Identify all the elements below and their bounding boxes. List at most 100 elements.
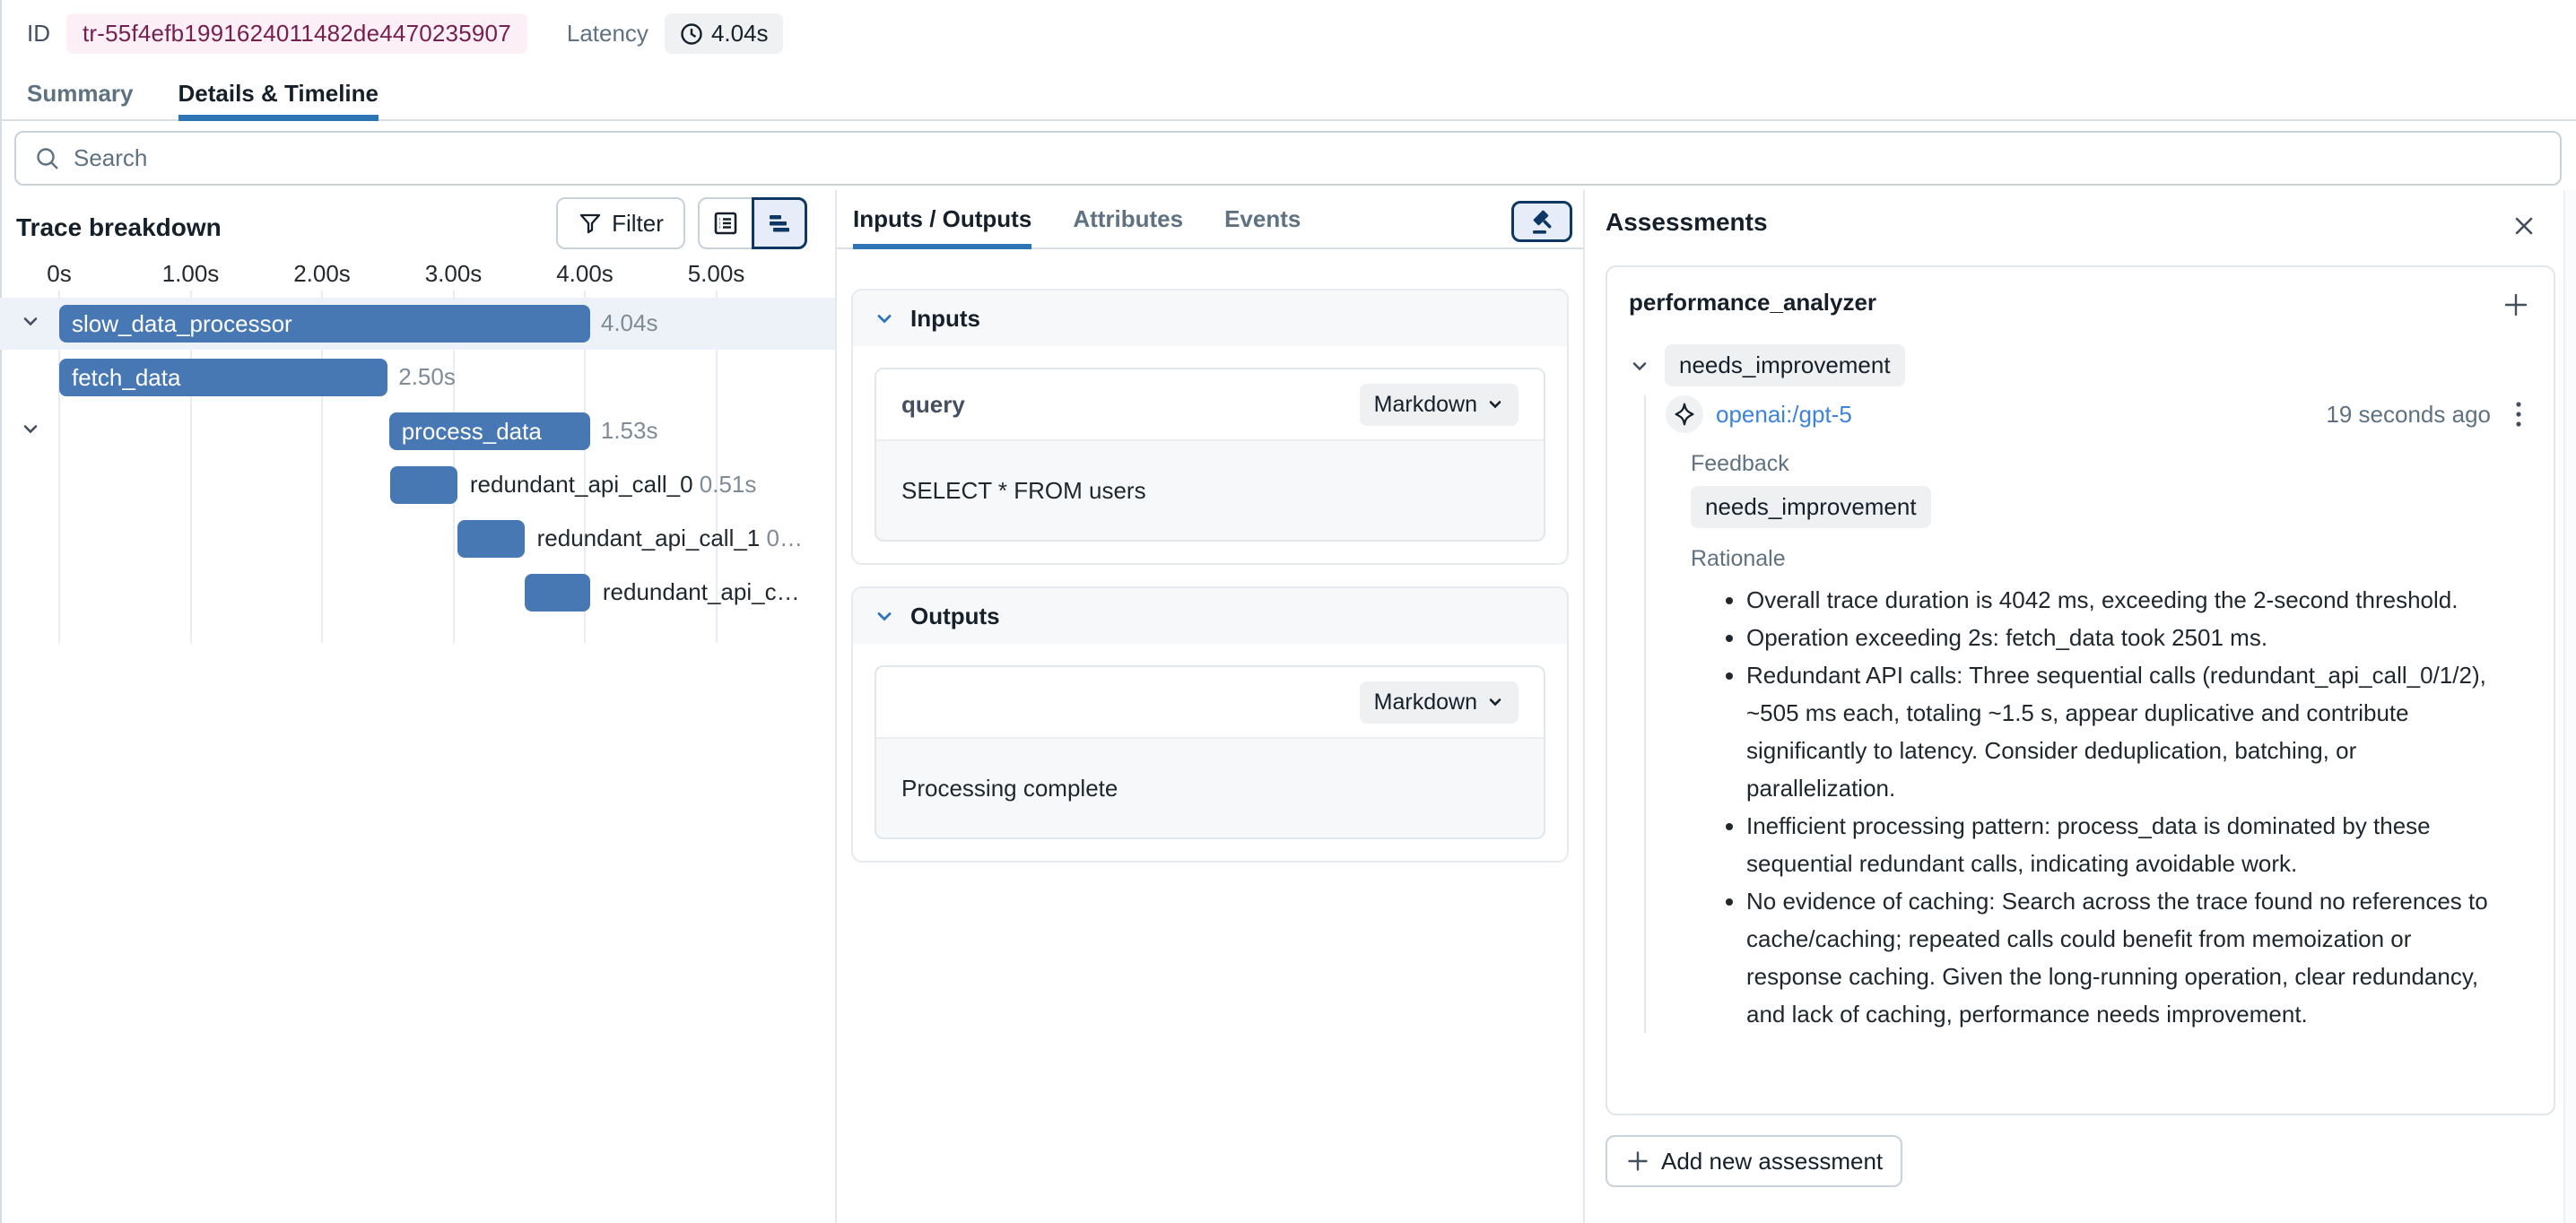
plus-icon: [1625, 1149, 1650, 1174]
add-assessment-plus-button[interactable]: [2500, 289, 2532, 321]
timeline-row[interactable]: 2.50s fetch_data: [0, 351, 835, 403]
axis-tick-label: 4.00s: [556, 260, 614, 288]
ai-judge-avatar: [1666, 395, 1703, 433]
axis-tick-label: 3.00s: [425, 260, 483, 288]
chevron-down-icon: [1486, 693, 1504, 711]
toggle-assessments-button[interactable]: [1511, 201, 1572, 242]
chevron-down-icon[interactable]: [873, 307, 896, 330]
chevron-down-icon[interactable]: [20, 310, 41, 332]
span-bar[interactable]: [457, 520, 525, 558]
id-label: ID: [27, 20, 50, 48]
span-bar[interactable]: slow_data_processor: [59, 305, 590, 343]
gavel-icon: [1527, 206, 1557, 237]
tab-events[interactable]: Events: [1224, 190, 1301, 247]
format-dropdown[interactable]: Markdown: [1360, 384, 1519, 426]
tab-inputs-outputs[interactable]: Inputs / Outputs: [853, 190, 1031, 247]
rationale-bullet: Inefficient processing pattern: process_…: [1746, 807, 2498, 882]
timeline-view-button[interactable]: [752, 197, 807, 249]
span-details-content: Inputs query Markdown SELECT * FROM user…: [837, 249, 1583, 863]
close-assessments-button[interactable]: [2508, 210, 2540, 242]
output-value-card: Markdown Processing complete: [875, 665, 1545, 839]
span-duration: 2.50s: [398, 363, 456, 391]
tab-details-timeline[interactable]: Details & Timeline: [178, 67, 379, 119]
sparkle-icon: [1671, 401, 1698, 428]
filter-button[interactable]: Filter: [556, 197, 685, 249]
span-bar[interactable]: process_data: [389, 412, 590, 450]
input-query-card: query Markdown SELECT * FROM users: [875, 368, 1545, 542]
span-name: redundant_api_call_0: [470, 471, 693, 498]
active-tab-underline: [178, 115, 379, 121]
view-mode-segmented-control: [698, 197, 807, 249]
trace-breakdown-panel: Trace breakdown Filter: [0, 190, 837, 1223]
timeline-row[interactable]: redundant_api_call_0 0.51s: [0, 459, 835, 511]
input-value: SELECT * FROM users: [876, 439, 1544, 540]
span-details-panel: Inputs / Outputs Attributes Events: [837, 190, 1585, 1223]
span-details-tabs: Inputs / Outputs Attributes Events: [837, 190, 1583, 249]
detail-list-view-button[interactable]: [698, 197, 753, 249]
rationale-list: Overall trace duration is 4042 ms, excee…: [1691, 581, 2498, 1033]
assessment-card: performance_analyzer needs_improvement: [1606, 265, 2555, 1115]
timeline-row[interactable]: 4.04sslow_data_processor: [0, 298, 835, 350]
axis-tick-label: 5.00s: [688, 260, 745, 288]
span-label: redundant_api_c…: [603, 578, 835, 606]
rationale-bullet: Redundant API calls: Three sequential ca…: [1746, 656, 2498, 807]
list-view-icon: [712, 210, 739, 237]
outputs-title: Outputs: [910, 603, 1000, 630]
assessment-detail-branch: openai:/gpt-5 19 seconds ago Feedback ne…: [1644, 395, 2532, 1033]
outputs-card-header[interactable]: Outputs: [853, 588, 1567, 644]
search-bar[interactable]: [14, 131, 2562, 186]
timeline-rows: 4.04sslow_data_processor 2.50s fetch_data 1…: [0, 298, 835, 638]
tab-attributes[interactable]: Attributes: [1073, 190, 1183, 247]
rationale-bullet: Overall trace duration is 4042 ms, excee…: [1746, 581, 2498, 619]
timeline-row[interactable]: 1.53sprocess_data: [0, 405, 835, 457]
assessment-analyzer-name: performance_analyzer: [1629, 289, 1876, 317]
clock-icon: [679, 22, 704, 47]
tab-summary[interactable]: Summary: [27, 67, 134, 119]
span-bar[interactable]: fetch_data: [59, 359, 387, 396]
assessment-source-link[interactable]: openai:/gpt-5: [1716, 401, 1852, 429]
span-name: process_data: [389, 418, 542, 446]
add-new-assessment-button[interactable]: Add new assessment: [1606, 1135, 1902, 1187]
latency-badge: 4.04s: [665, 13, 783, 54]
plus-icon: [2502, 291, 2530, 319]
main-tabs: Summary Details & Timeline: [0, 67, 2576, 121]
assessment-timestamp: 19 seconds ago: [2326, 401, 2491, 429]
feedback-label: Feedback: [1691, 451, 2532, 477]
active-tab-underline: [853, 244, 1031, 249]
search-input[interactable]: [74, 144, 2542, 172]
assessment-menu-button[interactable]: [2505, 398, 2532, 430]
chevron-down-icon[interactable]: [20, 418, 41, 439]
span-name: redundant_api_c…: [603, 578, 800, 605]
timeline-row[interactable]: redundant_api_c…: [0, 567, 835, 619]
timeline-view-icon: [765, 210, 794, 237]
span-label: redundant_api_call_0 0.51s: [470, 471, 835, 499]
inputs-title: Inputs: [910, 305, 980, 333]
span-bar[interactable]: [390, 466, 457, 504]
rationale-bullet: Operation exceeding 2s: fetch_data took …: [1746, 619, 2498, 656]
axis-tick-label: 1.00s: [162, 260, 220, 288]
axis-tick-label: 0s: [47, 260, 71, 288]
span-name: redundant_api_call_1: [537, 525, 761, 551]
scrollbar-track[interactable]: [2563, 190, 2576, 1223]
input-key: query: [901, 391, 965, 419]
latency-label: Latency: [567, 20, 648, 48]
span-name: slow_data_processor: [59, 310, 292, 338]
span-bar[interactable]: [525, 574, 590, 612]
trace-header-bar: ID tr-55f4efb1991624011482de4470235907 L…: [0, 0, 2576, 67]
search-icon: [34, 145, 61, 172]
rationale-label: Rationale: [1691, 546, 2532, 572]
span-duration: 0.51s: [700, 471, 757, 498]
timeline-row[interactable]: redundant_api_call_1 0…: [0, 513, 835, 565]
inputs-card-header[interactable]: Inputs: [853, 291, 1567, 346]
close-icon: [2511, 213, 2537, 239]
latency-value: 4.04s: [711, 20, 769, 48]
chevron-down-icon[interactable]: [1629, 355, 1650, 377]
feedback-value-pill: needs_improvement: [1691, 486, 1931, 528]
format-dropdown[interactable]: Markdown: [1360, 681, 1519, 724]
span-name: fetch_data: [59, 364, 180, 392]
chevron-down-icon: [1486, 395, 1504, 413]
trace-id-badge[interactable]: tr-55f4efb1991624011482de4470235907: [66, 13, 527, 54]
chevron-down-icon[interactable]: [873, 604, 896, 628]
span-label: redundant_api_call_1 0…: [537, 525, 835, 552]
assessment-name-pill[interactable]: needs_improvement: [1665, 344, 1905, 386]
